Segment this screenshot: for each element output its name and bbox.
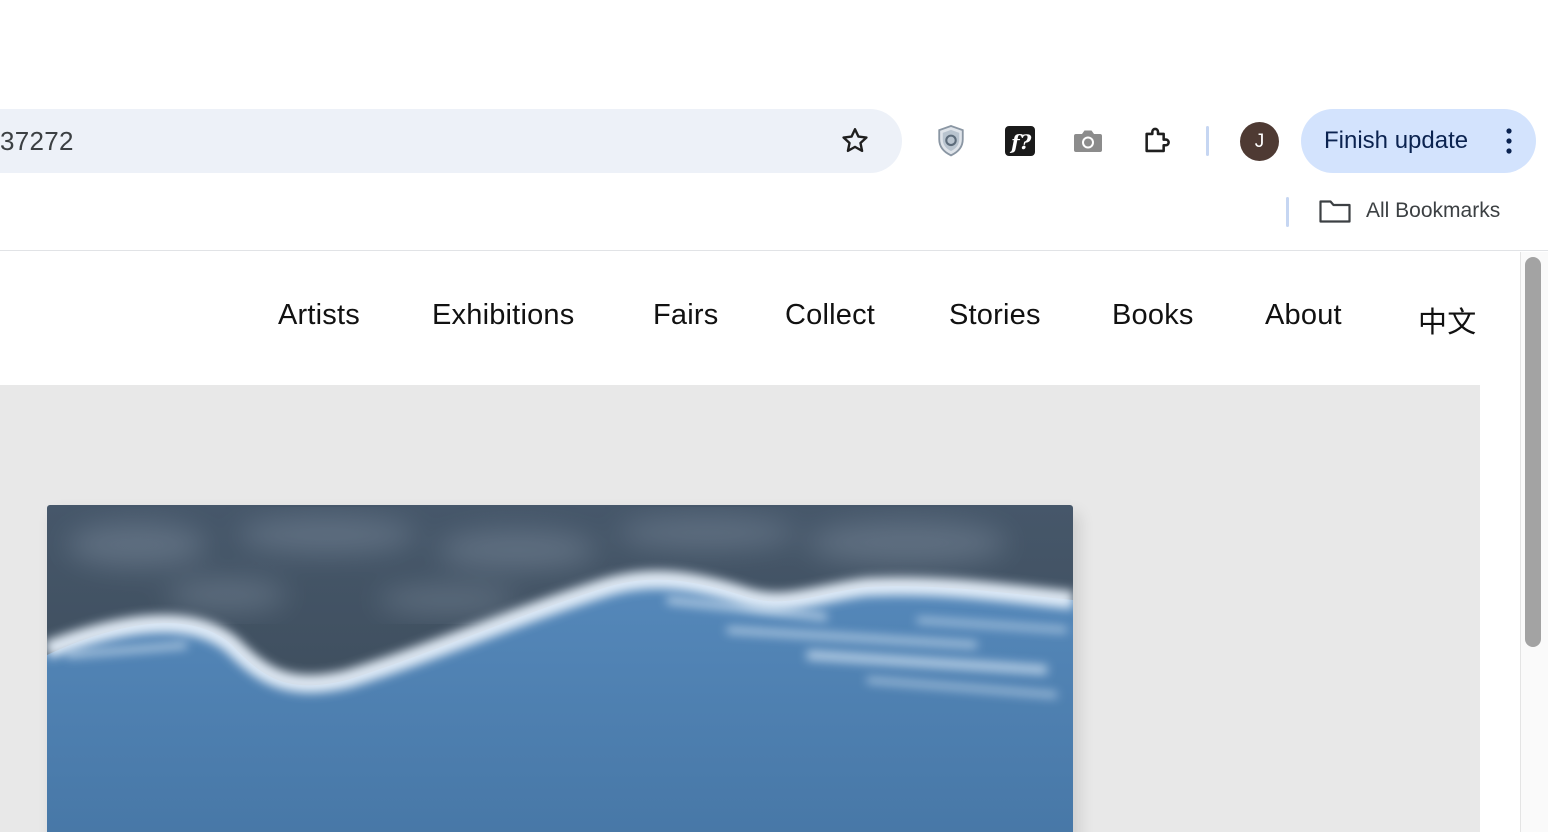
folder-icon: [1318, 198, 1352, 224]
profile-initial: J: [1254, 130, 1265, 152]
more-vert-icon[interactable]: [1506, 127, 1512, 155]
nav-item-collect[interactable]: Collect: [785, 299, 875, 332]
nav-item-stories[interactable]: Stories: [949, 299, 1041, 332]
camera-extension-icon[interactable]: [1068, 121, 1108, 161]
bookmark-star-icon[interactable]: [835, 121, 875, 161]
browser-toolbar: 37272 f? J Finish update All Bookmarks: [0, 0, 1548, 251]
all-bookmarks-button[interactable]: All Bookmarks: [1318, 190, 1500, 232]
hero-banner[interactable]: [0, 385, 1480, 832]
finish-update-label: Finish update: [1324, 127, 1469, 154]
artwork-image[interactable]: [47, 505, 1073, 832]
profile-avatar[interactable]: J: [1240, 122, 1279, 161]
web-page: Artists Exhibitions Fairs Collect Storie…: [0, 252, 1520, 832]
scrollbar-thumb[interactable]: [1525, 257, 1541, 647]
svg-text:f?: f?: [1009, 130, 1032, 154]
nav-item-about[interactable]: About: [1265, 299, 1342, 332]
nav-item-books[interactable]: Books: [1112, 299, 1194, 332]
address-bar[interactable]: 37272: [0, 109, 902, 173]
font-identifier-extension-icon[interactable]: f?: [1000, 121, 1040, 161]
address-bar-url[interactable]: 37272: [0, 109, 74, 173]
nav-item-exhibitions[interactable]: Exhibitions: [432, 299, 574, 332]
puzzle-extensions-icon[interactable]: [1138, 121, 1178, 161]
bookmarks-divider: [1286, 197, 1289, 227]
nav-item-artists[interactable]: Artists: [278, 299, 360, 332]
site-nav: Artists Exhibitions Fairs Collect Storie…: [0, 252, 1520, 386]
all-bookmarks-label: All Bookmarks: [1366, 199, 1501, 222]
finish-update-button[interactable]: Finish update: [1301, 109, 1536, 173]
toolbar-divider: [1206, 126, 1209, 156]
nav-item-fairs[interactable]: Fairs: [653, 299, 718, 332]
nav-item-chinese[interactable]: 中文: [1418, 299, 1476, 341]
shield-extension-icon[interactable]: [931, 121, 971, 161]
